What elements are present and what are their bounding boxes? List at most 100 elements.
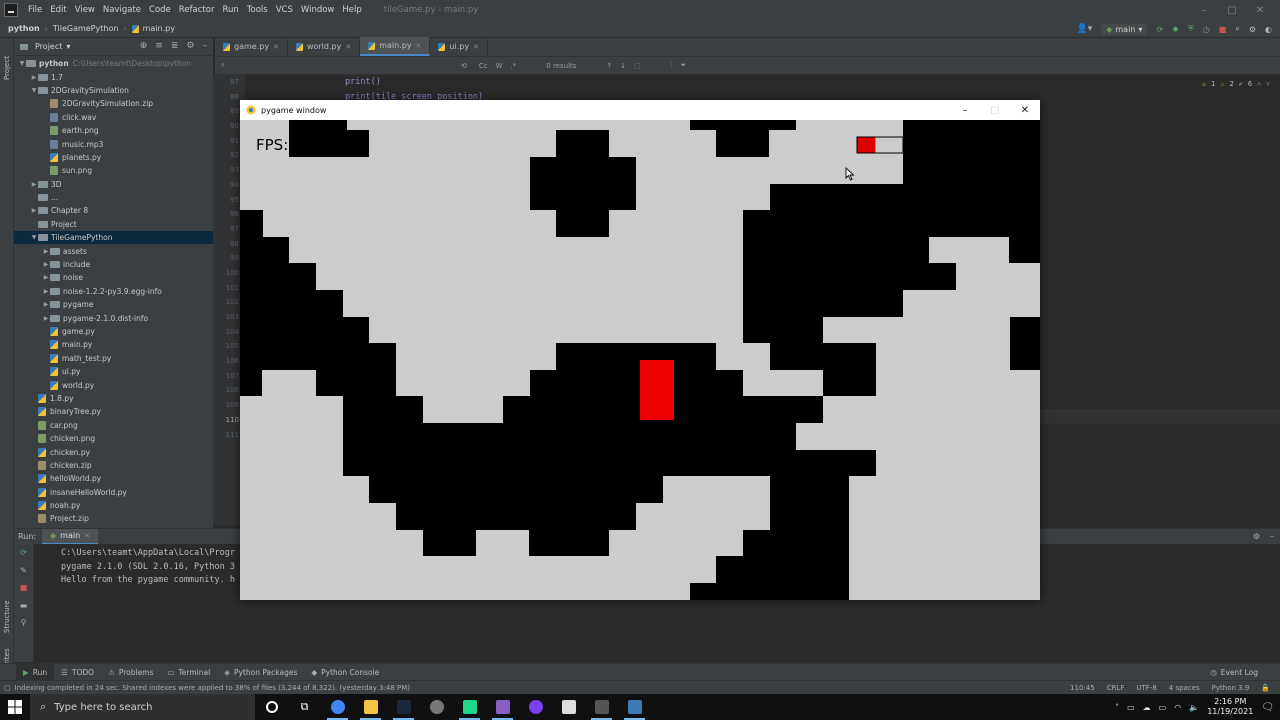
tree-item[interactable]: chicken.py <box>14 445 213 458</box>
editor-tab-main[interactable]: main.py ✕ <box>360 37 431 56</box>
tree-item[interactable]: earth.png <box>14 124 213 137</box>
wrench-icon[interactable]: ✎ <box>14 562 33 580</box>
stop-icon[interactable]: ■ <box>1219 25 1227 34</box>
taskbar-chrome[interactable] <box>321 694 354 720</box>
menu-tools[interactable]: Tools <box>243 5 272 15</box>
tree-item[interactable]: ▶ include <box>14 258 213 271</box>
taskbar-file-explorer[interactable] <box>354 694 387 720</box>
profile-icon[interactable]: ◷ <box>1203 25 1210 34</box>
editor-tab-ui[interactable]: ui.py ✕ <box>430 37 488 56</box>
close-icon[interactable]: ✕ <box>345 43 351 51</box>
coverage-icon[interactable]: ⛨ <box>1188 24 1194 34</box>
menu-edit[interactable]: Edit <box>46 5 70 15</box>
ide-features-icon[interactable]: ◐ <box>1265 25 1272 34</box>
pygame-close-button[interactable]: ✕ <box>1010 100 1040 120</box>
tree-item[interactable]: ▼ 2DGravitySimulation <box>14 84 213 97</box>
project-panel-title[interactable]: Project <box>35 42 62 51</box>
network-icon[interactable]: ▭ <box>1127 703 1135 712</box>
taskbar-cortana[interactable] <box>255 694 288 720</box>
gear-icon[interactable]: ⚙ <box>186 41 194 51</box>
hide-icon[interactable]: – <box>203 41 208 51</box>
breadcrumb-root[interactable]: python <box>8 24 40 33</box>
chevron-right-icon[interactable]: ▶ <box>42 288 50 295</box>
tree-item[interactable]: ... <box>14 191 213 204</box>
search-everywhere-icon[interactable]: ⌕ <box>1235 24 1239 34</box>
pygame-maximize-button[interactable]: ▢ <box>980 100 1010 120</box>
indent-setting[interactable]: 4 spaces <box>1169 684 1200 692</box>
user-icon[interactable]: 👤▾ <box>1077 24 1093 34</box>
chevron-right-icon[interactable]: ▶ <box>30 207 38 214</box>
taskbar-obs[interactable] <box>420 694 453 720</box>
match-case-toggle[interactable]: Cc <box>479 62 488 70</box>
stop-icon[interactable]: ■ <box>14 579 33 597</box>
line-separator[interactable]: CRLF <box>1107 684 1125 692</box>
taskbar-pycharm[interactable] <box>453 694 486 720</box>
tree-item[interactable]: Project <box>14 218 213 231</box>
taskbar-calculator[interactable] <box>585 694 618 720</box>
chevron-right-icon[interactable]: ▶ <box>30 74 38 81</box>
wifi-icon[interactable]: ◠ <box>1174 703 1181 712</box>
chevron-down-icon[interactable]: ▼ <box>30 87 38 94</box>
minimize-button[interactable]: – <box>1190 0 1218 20</box>
tree-item[interactable]: world.py <box>14 378 213 391</box>
select-all-occurrences-icon[interactable]: ⬚ <box>634 62 641 70</box>
taskbar-visual-studio[interactable] <box>486 694 519 720</box>
whole-word-toggle[interactable]: W <box>496 62 503 70</box>
inspection-widget[interactable]: ⚠ 1 ⚠ 2 ✔ 6 ˄ ˅ <box>1202 80 1270 88</box>
tool-tab-run[interactable]: ▶ Run <box>16 663 55 681</box>
onedrive-icon[interactable]: ☁ <box>1143 703 1151 712</box>
expand-all-icon[interactable]: ≡ <box>155 41 163 51</box>
menu-run[interactable]: Run <box>218 5 242 15</box>
tree-item[interactable]: sun.png <box>14 164 213 177</box>
tool-tab-terminal[interactable]: ▭ Terminal <box>160 664 217 681</box>
tree-item[interactable]: ▶ pygame-2.1.0.dist-info <box>14 311 213 324</box>
file-encoding[interactable]: UTF-8 <box>1136 684 1156 692</box>
tree-item[interactable]: ▶ pygame <box>14 298 213 311</box>
tree-item[interactable]: ▶ Chapter 8 <box>14 204 213 217</box>
tree-item[interactable]: main.py <box>14 338 213 351</box>
run-config-selector[interactable]: ◆ main ▾ <box>1101 23 1148 35</box>
settings-icon[interactable]: ⚙ <box>1249 25 1256 34</box>
notification-icon[interactable]: 🗨 <box>1261 702 1274 713</box>
volume-icon[interactable]: 🔈 <box>1189 703 1199 712</box>
tree-item[interactable]: chicken.png <box>14 432 213 445</box>
layout-icon[interactable]: ▬ <box>14 597 33 615</box>
tree-item[interactable]: 1.8.py <box>14 392 213 405</box>
structure-tool-tab[interactable]: Structure <box>1 592 13 642</box>
tool-tab-python-console[interactable]: ◆ Python Console <box>304 664 386 681</box>
tree-item[interactable]: ▶ noise <box>14 271 213 284</box>
chevron-right-icon[interactable]: ▶ <box>42 301 50 308</box>
game-canvas[interactable]: FPS: <box>240 120 1040 600</box>
menu-help[interactable]: Help <box>338 5 365 15</box>
menu-file[interactable]: File <box>24 5 46 15</box>
debug-icon[interactable]: ✹ <box>1172 25 1179 34</box>
tree-item[interactable]: ui.py <box>14 365 213 378</box>
tree-item[interactable]: Project.zip <box>14 512 213 525</box>
next-occurrence-icon[interactable]: ↓ <box>620 62 626 70</box>
collapse-all-icon[interactable]: ≣ <box>171 41 179 51</box>
editor-tab-game[interactable]: game.py ✕ <box>215 37 288 56</box>
menu-window[interactable]: Window <box>297 5 339 15</box>
close-icon[interactable]: ✕ <box>273 43 279 51</box>
python-interpreter[interactable]: Python 3.9 <box>1212 684 1250 692</box>
pygame-minimize-button[interactable]: – <box>950 100 980 120</box>
locate-icon[interactable]: ⊕ <box>140 41 148 51</box>
start-button[interactable] <box>0 694 30 720</box>
battery-icon[interactable]: ▭ <box>1159 703 1167 712</box>
chevron-right-icon[interactable]: ▶ <box>42 274 50 281</box>
menu-navigate[interactable]: Navigate <box>99 5 145 15</box>
previous-occurrence-icon[interactable]: ↑ <box>606 62 612 70</box>
tree-item[interactable]: planets.py <box>14 151 213 164</box>
pygame-titlebar[interactable]: pygame window – ▢ ✕ <box>240 100 1040 120</box>
pin-icon[interactable]: ⚲ <box>14 614 33 632</box>
taskbar-steam[interactable] <box>387 694 420 720</box>
tree-item[interactable]: chicken.zip <box>14 459 213 472</box>
tree-item[interactable]: ▶ noise-1.2.2-py3.9.egg-info <box>14 285 213 298</box>
taskbar-github-desktop[interactable] <box>519 694 552 720</box>
tree-item[interactable]: binaryTree.py <box>14 405 213 418</box>
find-history-icon[interactable]: ⟲ <box>461 62 467 70</box>
funnel-icon[interactable]: ⏷ <box>681 61 687 70</box>
taskbar-unity[interactable] <box>552 694 585 720</box>
project-tool-tab[interactable]: Project <box>1 44 13 92</box>
rerun-icon[interactable]: ⟳ <box>14 544 33 562</box>
